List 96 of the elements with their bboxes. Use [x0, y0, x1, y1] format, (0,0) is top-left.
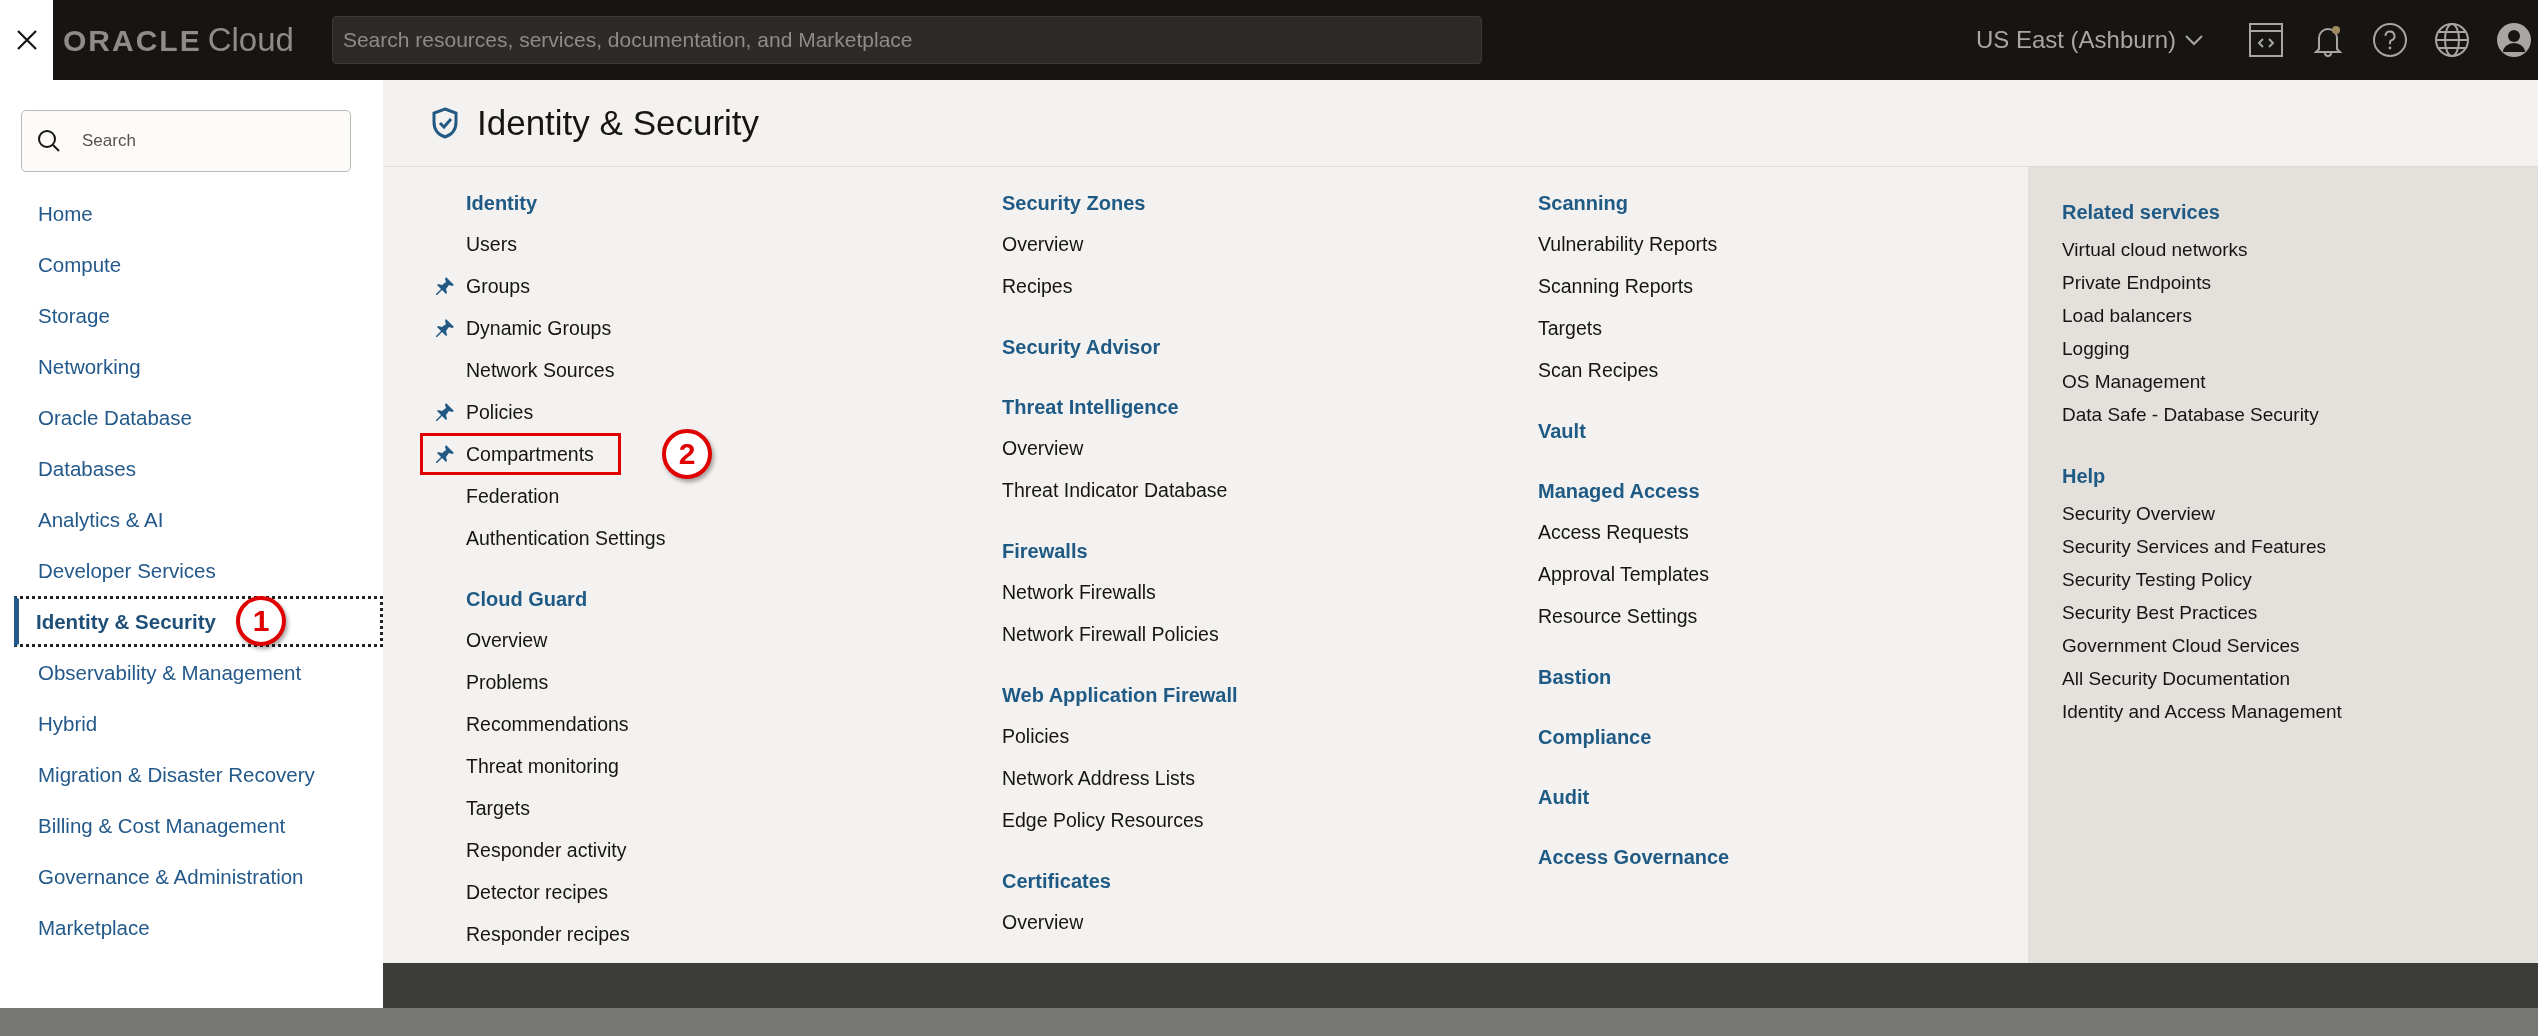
- menu-item[interactable]: Network Firewalls: [956, 571, 1183, 613]
- section-heading[interactable]: Certificates: [956, 861, 1492, 901]
- panel-heading: Help: [2062, 463, 2107, 489]
- section-heading[interactable]: Scanning: [1492, 183, 2028, 223]
- related-link[interactable]: Security Best Practices: [2062, 596, 2538, 629]
- help-icon[interactable]: [2372, 22, 2408, 58]
- sidebar-item[interactable]: Networking: [0, 341, 383, 392]
- menu-item[interactable]: Overview: [956, 223, 1111, 265]
- sidebar-item[interactable]: Developer Services: [0, 545, 383, 596]
- menu-item[interactable]: Policies: [956, 715, 1097, 757]
- sidebar-item[interactable]: Hybrid: [0, 698, 383, 749]
- menu-item[interactable]: Overview: [420, 619, 575, 661]
- sidebar-item[interactable]: Billing & Cost Management: [0, 800, 383, 851]
- menu-item[interactable]: Edge Policy Resources: [956, 799, 1231, 841]
- related-link[interactable]: All Security Documentation: [2062, 662, 2538, 695]
- menu-item[interactable]: Dynamic Groups: [420, 307, 639, 349]
- section-heading[interactable]: Security Zones: [956, 183, 1492, 223]
- section-heading[interactable]: Firewalls: [956, 531, 1492, 571]
- step-callout: 1: [236, 596, 286, 646]
- section-heading[interactable]: Vault: [1492, 411, 2028, 451]
- section-heading[interactable]: Bastion: [1492, 657, 2028, 697]
- panel-heading: Related services: [2062, 199, 2221, 225]
- menu-item[interactable]: Threat Indicator Database: [956, 469, 1255, 511]
- sidebar-item[interactable]: Oracle Database: [0, 392, 383, 443]
- menu-item[interactable]: Approval Templates: [1492, 553, 1736, 595]
- chevron-down-icon: [2184, 34, 2204, 46]
- section-heading[interactable]: Compliance: [1492, 717, 2028, 757]
- menu-item[interactable]: Policies: [420, 391, 561, 433]
- sidebar-item[interactable]: Migration & Disaster Recovery: [0, 749, 383, 800]
- search-icon: [37, 129, 61, 153]
- related-link[interactable]: Data Safe - Database Security: [2062, 398, 2538, 431]
- menu-item[interactable]: Resource Settings: [1492, 595, 1725, 637]
- sidebar-item[interactable]: Marketplace: [0, 902, 383, 953]
- menu-item[interactable]: Scan Recipes: [1492, 349, 1686, 391]
- related-link[interactable]: OS Management: [2062, 365, 2538, 398]
- section-heading[interactable]: Web Application Firewall: [956, 675, 1492, 715]
- sidebar-item[interactable]: Compute: [0, 239, 383, 290]
- menu-item[interactable]: Network Sources: [420, 349, 642, 391]
- code-editor-icon[interactable]: [2248, 22, 2284, 58]
- section-heading[interactable]: Audit: [1492, 777, 2028, 817]
- menu-item[interactable]: Compartments: [420, 433, 621, 475]
- menu-item[interactable]: Overview: [956, 901, 1111, 943]
- globe-icon[interactable]: [2434, 22, 2470, 58]
- section-heading[interactable]: Access Governance: [1492, 837, 2028, 877]
- related-link[interactable]: Logging: [2062, 332, 2538, 365]
- menu-item[interactable]: Threat monitoring: [420, 745, 646, 787]
- page-title: Identity & Security: [477, 103, 760, 143]
- related-link[interactable]: Private Endpoints: [2062, 266, 2538, 299]
- pin-icon: [434, 276, 455, 296]
- related-link[interactable]: Virtual cloud networks: [2062, 233, 2538, 266]
- menu-item[interactable]: Access Requests: [1492, 511, 1716, 553]
- section-heading[interactable]: Cloud Guard: [420, 579, 956, 619]
- pin-icon: [434, 318, 455, 338]
- sidebar-item[interactable]: Home: [0, 188, 383, 239]
- menu-item[interactable]: Recipes: [956, 265, 1100, 307]
- menu-item[interactable]: Responder activity: [420, 829, 654, 871]
- sidebar-item[interactable]: Analytics & AI: [0, 494, 383, 545]
- menu-item[interactable]: Problems: [420, 661, 576, 703]
- sidebar-item[interactable]: Databases: [0, 443, 383, 494]
- pin-icon: [434, 402, 455, 422]
- section-heading[interactable]: Identity: [420, 183, 956, 223]
- sidebar-item[interactable]: Governance & Administration: [0, 851, 383, 902]
- menu-item[interactable]: Network Firewall Policies: [956, 613, 1246, 655]
- close-icon: [15, 29, 38, 51]
- menu-item[interactable]: Detector recipes: [420, 871, 635, 913]
- user-avatar-icon[interactable]: [2496, 22, 2532, 58]
- section-heading[interactable]: Security Advisor: [956, 327, 1492, 367]
- related-link[interactable]: Identity and Access Management: [2062, 695, 2538, 728]
- menu-item[interactable]: Scanning Reports: [1492, 265, 1720, 307]
- related-link[interactable]: Security Testing Policy: [2062, 563, 2538, 596]
- region-selector[interactable]: US East (Ashburn): [1975, 26, 2204, 54]
- menu-item[interactable]: Recommendations: [420, 703, 656, 745]
- shield-check-icon: [431, 107, 459, 139]
- related-link[interactable]: Security Services and Features: [2062, 530, 2538, 563]
- search-field[interactable]: Search resources, services, documentation, and Marketplace: [331, 16, 1482, 64]
- sidebar-item[interactable]: Storage: [0, 290, 383, 341]
- sidebar-item[interactable]: Observability & Management: [0, 647, 383, 698]
- menu-item[interactable]: Overview: [956, 427, 1111, 469]
- menu-item[interactable]: Targets: [1492, 307, 1629, 349]
- menu-item[interactable]: Responder recipes: [420, 913, 657, 955]
- menu-item[interactable]: Groups: [420, 265, 557, 307]
- related-link[interactable]: Security Overview: [2062, 497, 2538, 530]
- step-callout: 2: [662, 429, 712, 479]
- menu-item[interactable]: Users: [420, 223, 544, 265]
- related-link[interactable]: Government Cloud Services: [2062, 629, 2538, 662]
- search-field[interactable]: Search: [21, 110, 351, 172]
- pin-icon: [434, 444, 455, 464]
- menu-item[interactable]: Targets: [420, 787, 557, 829]
- menu-item[interactable]: Vulnerability Reports: [1492, 223, 1745, 265]
- menu-item[interactable]: Authentication Settings: [420, 517, 693, 559]
- related-link[interactable]: Load balancers: [2062, 299, 2538, 332]
- menu-item[interactable]: Network Address Lists: [956, 757, 1222, 799]
- menu-item[interactable]: Federation: [420, 475, 587, 517]
- section-heading[interactable]: Threat Intelligence: [956, 387, 1492, 427]
- section-heading[interactable]: Managed Access: [1492, 471, 2028, 511]
- oracle-cloud-logo[interactable]: ORACLE Cloud: [63, 21, 294, 59]
